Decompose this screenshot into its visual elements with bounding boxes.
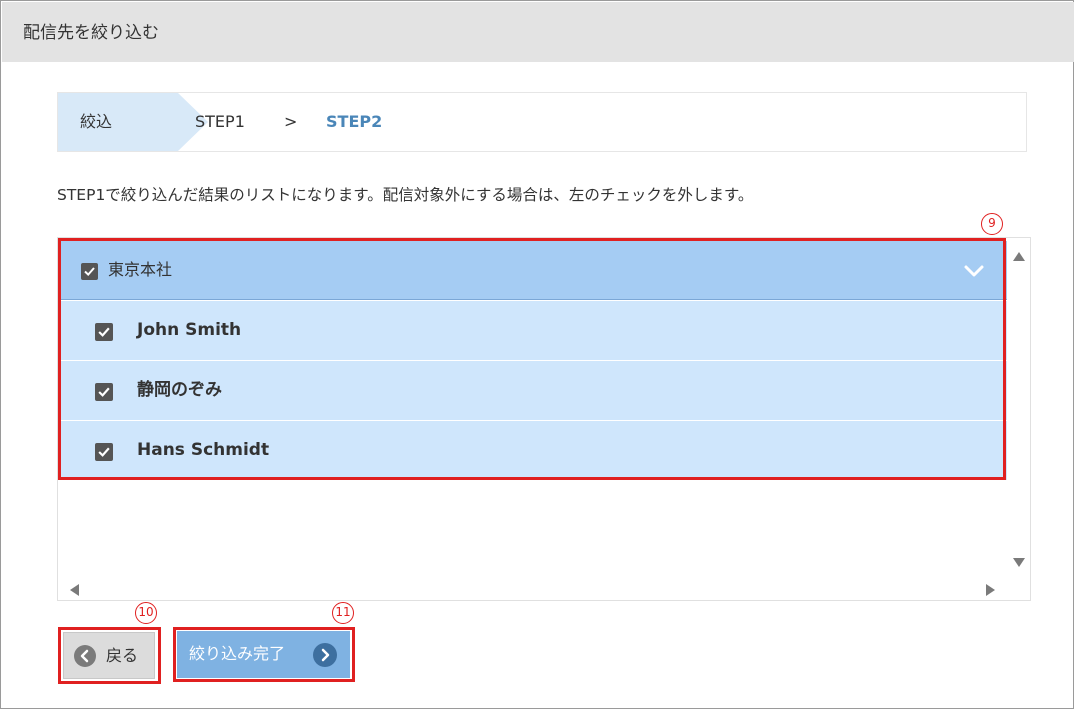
highlight-box-list xyxy=(58,238,1006,480)
scroll-up-icon[interactable] xyxy=(1013,252,1025,261)
vertical-scrollbar[interactable] xyxy=(1008,238,1030,578)
annotation-marker-back: 10 xyxy=(135,602,157,624)
dialog-title: 配信先を絞り込む xyxy=(23,23,159,43)
breadcrumb-step2: STEP2 xyxy=(326,112,383,131)
highlight-box-back xyxy=(58,627,161,684)
highlight-box-complete xyxy=(173,627,355,682)
scroll-left-icon[interactable] xyxy=(70,584,79,596)
scroll-down-icon[interactable] xyxy=(1013,558,1025,567)
filter-dialog: 配信先を絞り込む 絞込 STEP1 > STEP2 STEP1で絞り込んだ結果の… xyxy=(0,0,1074,709)
breadcrumb: 絞込 STEP1 > STEP2 xyxy=(57,92,1027,152)
annotation-marker-complete: 11 xyxy=(332,602,354,624)
horizontal-scrollbar[interactable] xyxy=(58,578,1008,600)
breadcrumb-separator: > xyxy=(284,112,298,131)
annotation-marker-list: 9 xyxy=(981,213,1003,235)
scroll-right-icon[interactable] xyxy=(986,584,995,596)
breadcrumb-filter-label: 絞込 xyxy=(80,112,113,131)
breadcrumb-step1: STEP1 xyxy=(195,112,245,131)
instruction-text: STEP1で絞り込んだ結果のリストになります。配信対象外にする場合は、左のチェッ… xyxy=(57,186,754,204)
dialog-header: 配信先を絞り込む xyxy=(2,2,1074,62)
breadcrumb-filter-step xyxy=(58,93,178,151)
